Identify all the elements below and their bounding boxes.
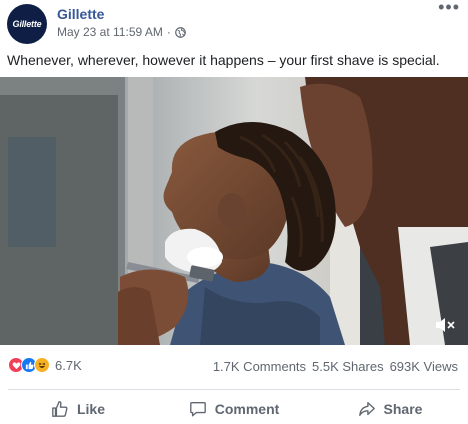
post-stats-bar: 6.7K 1.7K Comments 5.5K Shares 693K View…: [0, 355, 468, 377]
globe-icon[interactable]: [174, 26, 186, 38]
speaker-muted-icon[interactable]: [434, 317, 456, 333]
post-header: Gillette Gillette May 23 at 11:59 AM · •…: [0, 0, 468, 48]
page-name-link[interactable]: Gillette: [57, 6, 104, 22]
share-label: Share: [383, 401, 423, 417]
like-button[interactable]: Like: [0, 395, 156, 423]
post-meta: May 23 at 11:59 AM ·: [57, 25, 186, 39]
haha-reaction-icon: [34, 357, 50, 373]
shares-count[interactable]: 5.5K Shares: [312, 359, 384, 374]
thumbs-up-icon: [52, 401, 68, 417]
video-player[interactable]: [0, 77, 468, 345]
video-frame-image: [0, 77, 468, 345]
post-timestamp[interactable]: May 23 at 11:59 AM: [57, 25, 163, 39]
meta-separator: ·: [166, 25, 171, 39]
comment-bubble-icon: [189, 402, 206, 417]
comment-button[interactable]: Comment: [156, 395, 312, 423]
divider: [8, 389, 460, 390]
comments-count[interactable]: 1.7K Comments: [213, 359, 306, 374]
share-arrow-icon: [358, 402, 375, 416]
post-caption: Whenever, wherever, however it happens –…: [7, 52, 440, 68]
views-count: 693K Views: [389, 359, 458, 374]
more-options-icon[interactable]: •••: [438, 0, 460, 16]
comment-label: Comment: [214, 401, 280, 417]
engagement-counts: 1.7K Comments 5.5K Shares 693K Views: [213, 359, 458, 374]
post-actions: Like Comment Share: [0, 395, 468, 423]
reactions-summary[interactable]: 6.7K: [8, 357, 82, 373]
share-button[interactable]: Share: [312, 395, 468, 423]
avatar[interactable]: Gillette: [7, 4, 47, 44]
avatar-logo-text: Gillette: [12, 19, 42, 29]
reaction-count[interactable]: 6.7K: [55, 358, 82, 373]
like-label: Like: [76, 401, 105, 417]
